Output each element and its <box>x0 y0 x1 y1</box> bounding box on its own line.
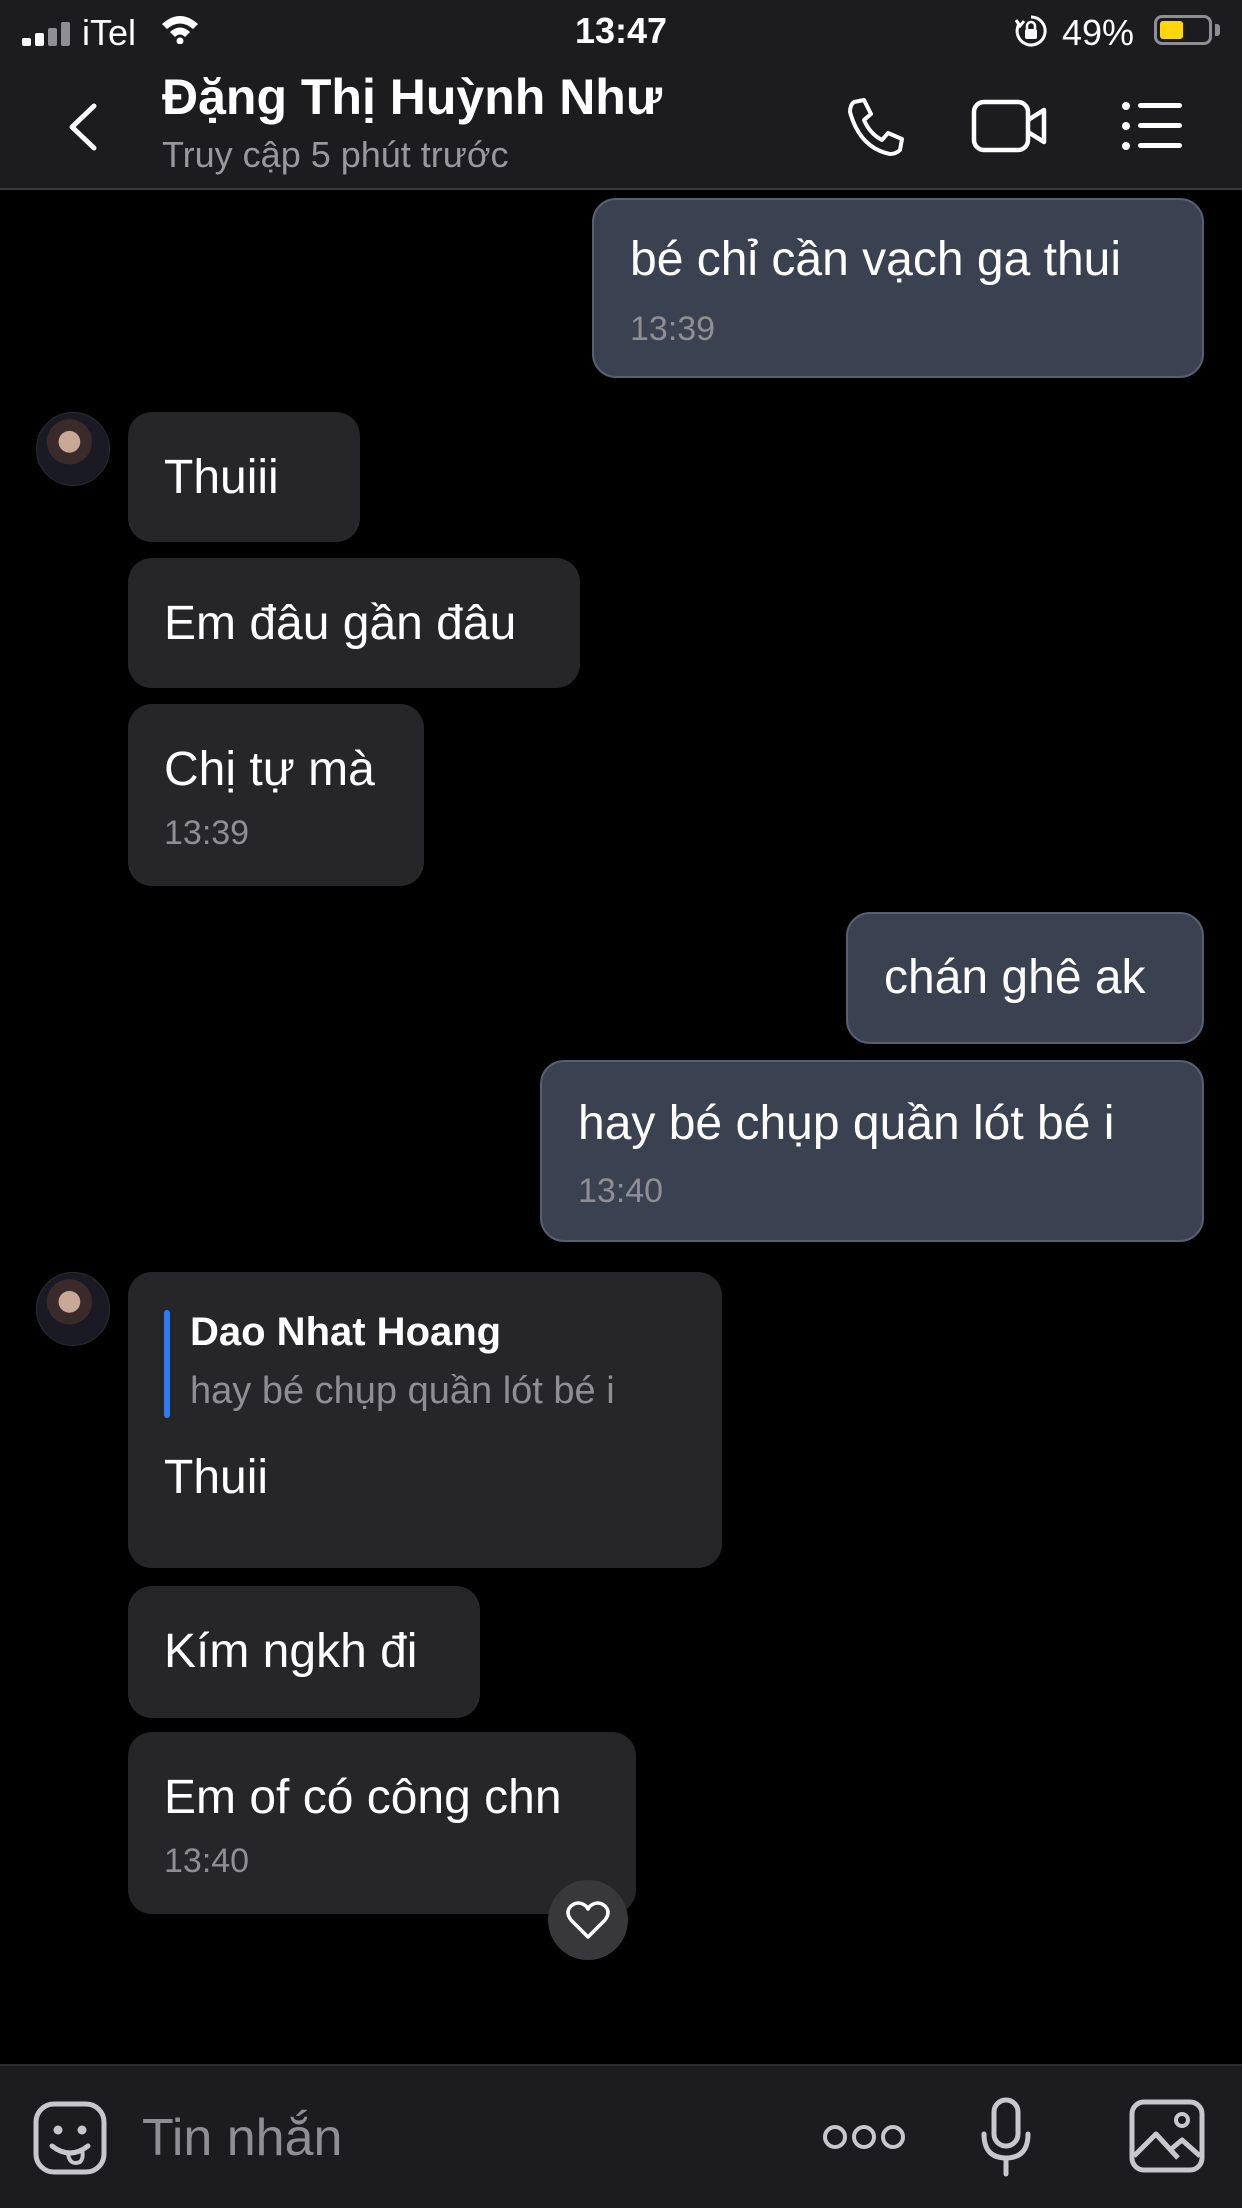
microphone-icon[interactable] <box>978 2096 1034 2180</box>
orientation-lock-icon <box>1014 15 1047 47</box>
message-input-bar: Tin nhắn <box>0 2064 1242 2208</box>
outgoing-message[interactable]: hay bé chụp quần lót bé i 13:40 <box>540 1060 1204 1242</box>
contact-presence: Truy cập 5 phút trước <box>162 134 509 175</box>
message-text: Kím ngkh đi <box>164 1625 418 1678</box>
message-text: Em đâu gần đâu <box>164 597 517 650</box>
message-text: chán ghê ak <box>884 951 1146 1004</box>
incoming-message[interactable]: Kím ngkh đi <box>128 1586 480 1718</box>
message-text: Chị tự mà <box>164 743 375 796</box>
message-text: Em of có công chn <box>164 1771 562 1824</box>
incoming-message[interactable]: Thuiii <box>128 412 360 542</box>
battery-cap <box>1215 24 1220 36</box>
message-list[interactable]: bé chỉ cần vạch ga thui 13:39 Thuiii Em … <box>0 190 1242 2064</box>
incoming-message[interactable]: Em of có công chn 13:40 <box>128 1732 636 1914</box>
incoming-message[interactable]: Em đâu gần đâu <box>128 558 580 688</box>
incoming-message[interactable]: Chị tự mà 13:39 <box>128 704 424 886</box>
heart-icon <box>566 1901 610 1939</box>
status-bar: iTel 13:47 49% <box>0 0 1242 62</box>
quote-accent-bar <box>164 1310 170 1418</box>
contact-avatar[interactable] <box>36 412 110 486</box>
message-text: bé chỉ cần vạch ga thui <box>630 233 1121 286</box>
message-time: 13:39 <box>630 310 716 348</box>
message-text: hay bé chụp quần lót bé i <box>578 1097 1115 1150</box>
battery-percent: 49% <box>1062 12 1135 53</box>
menu-icon[interactable] <box>1118 94 1188 158</box>
image-icon[interactable] <box>1128 2098 1206 2174</box>
message-time: 13:39 <box>164 814 250 852</box>
contact-avatar[interactable] <box>36 1272 110 1346</box>
chat-header: Đặng Thị Huỳnh Như Truy cập 5 phút trước <box>0 62 1242 190</box>
more-icon[interactable] <box>822 2122 906 2152</box>
outgoing-message[interactable]: chán ghê ak <box>846 912 1204 1044</box>
status-time: 13:47 <box>574 10 668 51</box>
video-icon[interactable] <box>970 94 1050 158</box>
message-input[interactable]: Tin nhắn <box>142 2108 342 2168</box>
message-time: 13:40 <box>164 1842 250 1880</box>
react-button[interactable] <box>548 1880 628 1960</box>
quoted-text[interactable]: hay bé chụp quần lót bé i <box>190 1370 615 1413</box>
back-icon[interactable] <box>58 92 118 162</box>
quoted-author[interactable]: Dao Nhat Hoang <box>190 1310 501 1355</box>
outgoing-message[interactable]: bé chỉ cần vạch ga thui 13:39 <box>592 198 1204 378</box>
phone-icon[interactable] <box>840 94 910 158</box>
battery-fill <box>1160 21 1183 39</box>
message-text: Thuiii <box>164 451 279 504</box>
contact-name[interactable]: Đặng Thị Huỳnh Như <box>162 68 662 126</box>
incoming-reply-message[interactable]: Dao Nhat Hoang hay bé chụp quần lót bé i… <box>128 1272 722 1568</box>
message-text: Thuii <box>164 1451 269 1504</box>
sticker-icon[interactable] <box>32 2100 108 2176</box>
battery-icon <box>1154 15 1212 45</box>
message-time: 13:40 <box>578 1172 664 1210</box>
